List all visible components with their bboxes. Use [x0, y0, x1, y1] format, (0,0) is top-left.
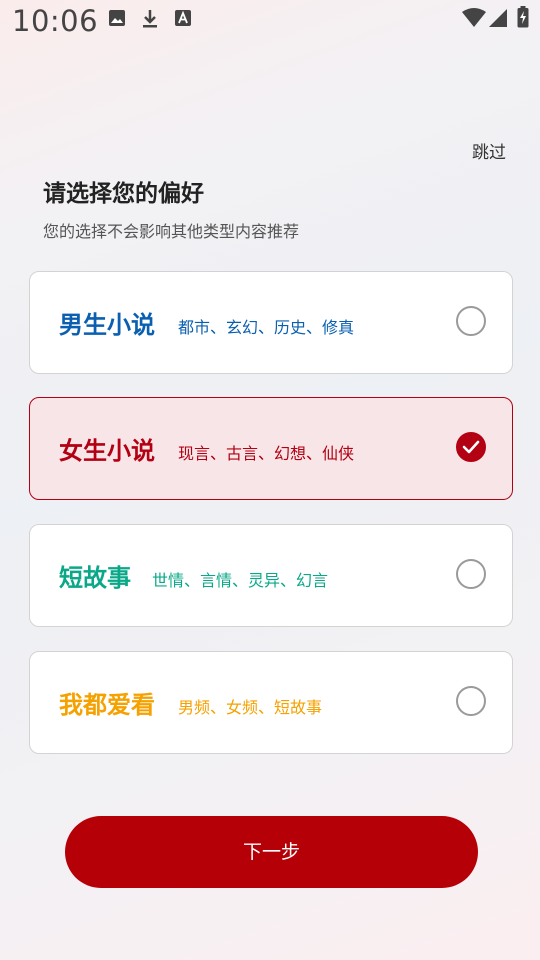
download-icon — [141, 9, 159, 33]
option-card-male-novels[interactable]: 男生小说 都市、玄幻、历史、修真 — [29, 271, 513, 374]
option-title: 我都爱看 — [59, 691, 155, 719]
option-tags: 现言、古言、幻想、仙侠 — [178, 444, 355, 463]
battery-charging-icon — [517, 6, 529, 32]
skip-button[interactable]: 跳过 — [472, 138, 506, 163]
option-title: 男生小说 — [59, 311, 155, 339]
option-card-female-novels[interactable]: 女生小说 现言、古言、幻想、仙侠 — [29, 397, 513, 500]
next-button[interactable]: 下一步 — [65, 816, 478, 888]
signal-icon — [488, 8, 508, 32]
font-a-icon — [174, 9, 192, 31]
option-card-short-stories[interactable]: 短故事 世情、言情、灵异、幻言 — [29, 524, 513, 627]
radio-unchecked[interactable] — [456, 306, 486, 336]
option-tags: 男频、女频、短故事 — [178, 698, 323, 717]
check-icon — [462, 440, 480, 454]
radio-unchecked[interactable] — [456, 686, 486, 716]
option-tags: 都市、玄幻、历史、修真 — [178, 318, 355, 337]
image-icon — [108, 9, 126, 31]
option-tags: 世情、言情、灵异、幻言 — [152, 571, 329, 590]
page-title: 请选择您的偏好 — [43, 181, 204, 207]
radio-checked[interactable] — [456, 432, 486, 462]
wifi-icon — [462, 8, 486, 32]
option-title: 女生小说 — [59, 437, 155, 465]
option-title: 短故事 — [59, 564, 131, 592]
option-card-all[interactable]: 我都爱看 男频、女频、短故事 — [29, 651, 513, 754]
page-subtitle: 您的选择不会影响其他类型内容推荐 — [43, 222, 300, 241]
status-time: 10:06 — [12, 4, 99, 38]
status-bar: 10:06 — [0, 0, 540, 44]
radio-unchecked[interactable] — [456, 559, 486, 589]
